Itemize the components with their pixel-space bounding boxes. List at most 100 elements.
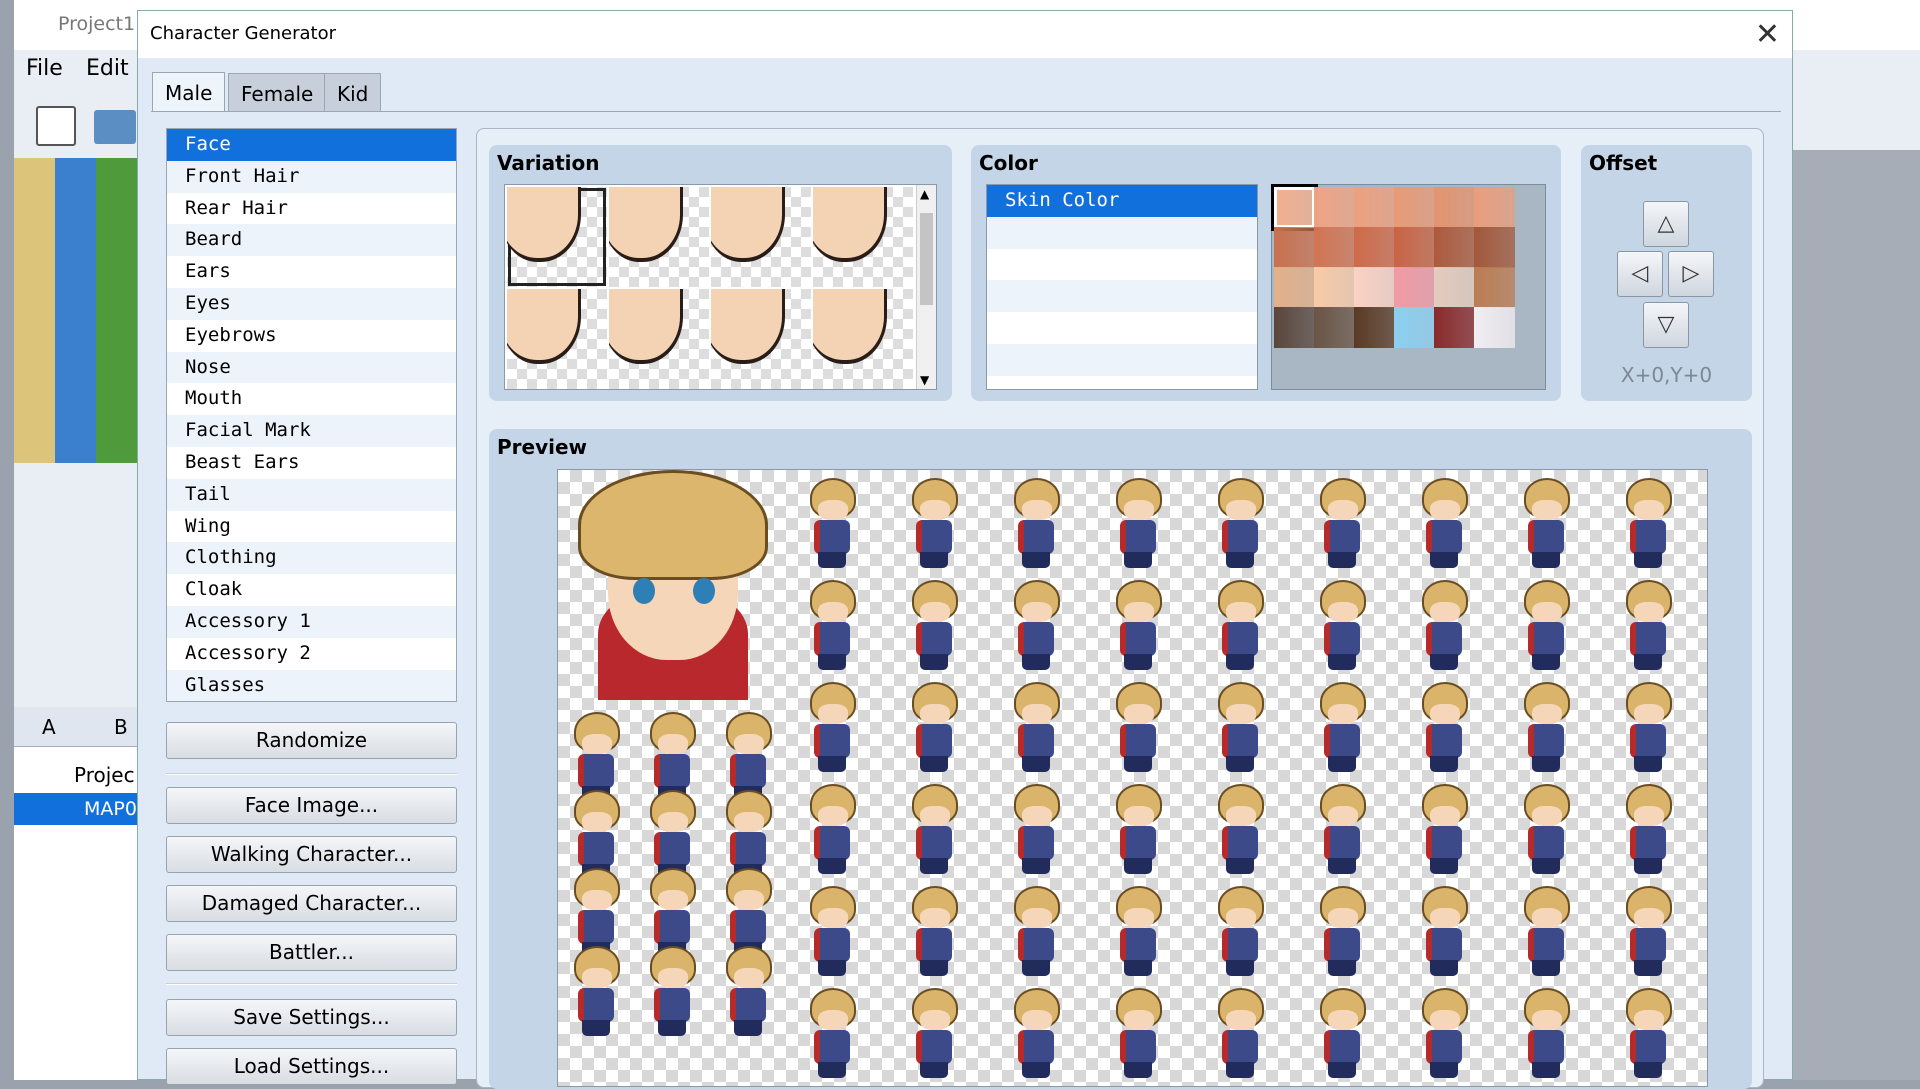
color-swatch[interactable]	[1314, 307, 1355, 348]
color-swatch[interactable]	[1434, 227, 1475, 268]
tree-project[interactable]: Projec	[74, 763, 135, 787]
tab-kid[interactable]: Kid	[324, 73, 382, 111]
part-item[interactable]: Clothing	[167, 542, 456, 575]
save-settings-button[interactable]: Save Settings...	[166, 999, 457, 1036]
part-item[interactable]: Mouth	[167, 383, 456, 415]
load-settings-button[interactable]: Load Settings...	[166, 1048, 457, 1085]
part-item[interactable]: Eyes	[167, 287, 456, 320]
parts-list[interactable]: Face Front Hair Rear Hair Beard Ears Eyes Eyeb…	[166, 128, 457, 702]
damaged-character-button[interactable]: Damaged Character...	[166, 885, 457, 922]
color-swatch[interactable]	[1474, 227, 1515, 268]
walking-sprite	[1410, 982, 1474, 1082]
variation-option[interactable]	[507, 187, 607, 287]
randomize-button[interactable]: Randomize	[166, 722, 457, 759]
walking-sprite	[1104, 472, 1168, 572]
tileset-tab-a[interactable]: A	[42, 715, 56, 739]
close-icon[interactable]: ✕	[1755, 17, 1780, 52]
color-item-empty[interactable]	[987, 343, 1257, 376]
walking-sprite	[1410, 574, 1474, 674]
color-swatch[interactable]	[1394, 267, 1435, 308]
part-item[interactable]: Face	[167, 129, 456, 161]
offset-down-button[interactable]: ▽	[1643, 302, 1689, 348]
color-swatch[interactable]	[1474, 307, 1515, 348]
part-item[interactable]: Wing	[167, 511, 456, 543]
color-swatch[interactable]	[1434, 267, 1475, 308]
variation-scrollbar[interactable]: ▲ ▼	[916, 185, 936, 389]
tab-male[interactable]: Male	[152, 72, 226, 112]
color-swatch[interactable]	[1434, 187, 1475, 228]
color-item-empty[interactable]	[987, 216, 1257, 249]
color-swatch[interactable]	[1314, 227, 1355, 268]
color-list[interactable]: Skin Color	[986, 184, 1258, 390]
tab-female[interactable]: Female	[228, 73, 327, 111]
variation-option[interactable]	[507, 289, 607, 389]
tileset-tabs: A B	[14, 707, 137, 747]
variation-option[interactable]	[609, 187, 709, 287]
color-swatch[interactable]	[1274, 307, 1315, 348]
battler-button[interactable]: Battler...	[166, 934, 457, 971]
color-swatch[interactable]	[1434, 307, 1475, 348]
part-item[interactable]: Beast Ears	[167, 447, 456, 479]
variation-grid[interactable]: ▲ ▼	[504, 184, 937, 390]
walking-character-button[interactable]: Walking Character...	[166, 836, 457, 873]
face-image-button[interactable]: Face Image...	[166, 787, 457, 824]
walking-sprite	[1614, 676, 1678, 776]
walking-sprite	[1206, 880, 1270, 980]
open-project-icon[interactable]	[94, 110, 136, 144]
color-swatch[interactable]	[1354, 267, 1395, 308]
part-item[interactable]: Tail	[167, 478, 456, 511]
color-swatch[interactable]	[1274, 267, 1315, 308]
color-item[interactable]: Skin Color	[987, 185, 1257, 217]
part-item[interactable]: Facial Mark	[167, 415, 456, 447]
scroll-down-icon[interactable]: ▼	[920, 373, 929, 387]
scroll-up-icon[interactable]: ▲	[920, 187, 929, 201]
color-palette[interactable]	[1271, 184, 1546, 390]
part-item[interactable]: Nose	[167, 351, 456, 384]
part-item[interactable]: Rear Hair	[167, 193, 456, 225]
part-item[interactable]: Accessory 2	[167, 638, 456, 670]
color-swatch[interactable]	[1394, 307, 1435, 348]
color-swatch[interactable]	[1474, 187, 1515, 228]
part-item[interactable]: Beard	[167, 224, 456, 257]
color-swatch[interactable]	[1354, 307, 1395, 348]
color-swatch[interactable]	[1394, 227, 1435, 268]
offset-up-button[interactable]: △	[1643, 201, 1689, 247]
preview-image	[557, 469, 1708, 1087]
dialog-title-bar: Character Generator	[138, 11, 1792, 58]
variation-option[interactable]	[711, 289, 811, 389]
tileset-palette[interactable]	[14, 158, 137, 463]
color-swatch[interactable]	[1314, 267, 1355, 308]
color-swatch[interactable]	[1314, 187, 1355, 228]
color-item-empty[interactable]	[987, 280, 1257, 313]
new-project-icon[interactable]	[36, 106, 76, 146]
menu-file[interactable]: File	[26, 56, 63, 81]
walking-sprite	[900, 472, 964, 572]
offset-right-button[interactable]: ▷	[1668, 251, 1714, 297]
color-item-empty[interactable]	[987, 312, 1257, 344]
damaged-sprite	[714, 940, 778, 1040]
part-item[interactable]: Cloak	[167, 574, 456, 606]
color-group: Color Skin Color	[971, 145, 1561, 401]
variation-option[interactable]	[813, 289, 913, 389]
part-item[interactable]: Front Hair	[167, 160, 456, 193]
scroll-thumb[interactable]	[920, 213, 933, 305]
offset-left-button[interactable]: ◁	[1617, 251, 1663, 297]
color-swatch[interactable]	[1394, 187, 1435, 228]
color-swatch[interactable]	[1354, 187, 1395, 228]
tree-map[interactable]: MAP0	[14, 793, 137, 825]
tileset-tab-b[interactable]: B	[114, 715, 128, 739]
color-item-empty[interactable]	[987, 249, 1257, 281]
walking-sprite	[1206, 574, 1270, 674]
color-swatch[interactable]	[1474, 267, 1515, 308]
menu-edit[interactable]: Edit	[86, 56, 129, 81]
part-item[interactable]: Eyebrows	[167, 320, 456, 352]
part-item[interactable]: Glasses	[167, 669, 456, 702]
variation-option[interactable]	[813, 187, 913, 287]
color-swatch[interactable]	[1354, 227, 1395, 268]
color-swatch[interactable]	[1271, 184, 1318, 231]
variation-option[interactable]	[711, 187, 811, 287]
variation-option[interactable]	[609, 289, 709, 389]
part-item[interactable]: Accessory 1	[167, 605, 456, 638]
part-item[interactable]: Ears	[167, 256, 456, 288]
color-swatch[interactable]	[1274, 227, 1315, 268]
